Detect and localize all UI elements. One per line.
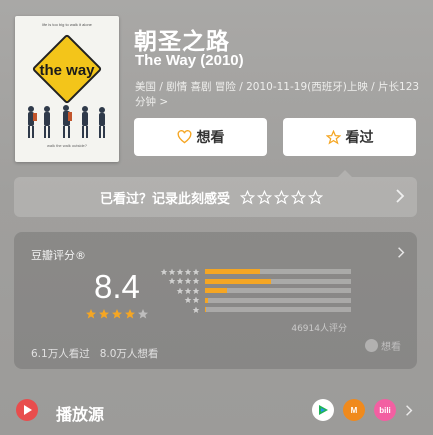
distribution-row (154, 305, 351, 315)
star-icon (184, 268, 192, 275)
poster-footer: walk the walk outside? (46, 143, 88, 148)
distribution-bar (205, 307, 207, 313)
want-count: 8.0万人想看 (99, 348, 159, 360)
distribution-bar (205, 288, 227, 294)
walkers-illustration (28, 105, 105, 138)
distribution-row (154, 296, 351, 306)
distribution-stars (154, 268, 200, 276)
playback-sources-row[interactable]: 播放源 M bili (14, 396, 419, 426)
star-icon (160, 268, 168, 275)
rate-stars[interactable] (240, 189, 324, 205)
star-icon (176, 268, 184, 275)
movie-title: 朝圣之路 (134, 29, 230, 55)
playback-label: 播放源 (56, 405, 105, 424)
star-icon (138, 309, 148, 319)
distribution-row (154, 267, 351, 277)
chevron-right-icon (398, 247, 405, 258)
distribution-bar (205, 297, 208, 303)
star-icon (176, 277, 184, 285)
distribution-track (205, 297, 351, 303)
bilibili-icon[interactable]: bili (374, 399, 396, 421)
star-icon (192, 277, 200, 285)
record-feeling-bar[interactable]: 已看过？记录此刻感受 (14, 177, 417, 217)
record-prompt: 已看过？记录此刻感受 (100, 191, 231, 207)
star-outline-icon (325, 129, 341, 145)
distribution-row (154, 286, 351, 296)
poster-sign-text: the way (39, 62, 95, 79)
want-to-watch-button[interactable]: 想看 (134, 118, 267, 156)
star-icon (192, 296, 200, 304)
distribution-row (154, 277, 351, 287)
record-bar-pointer (338, 170, 352, 177)
rating-stars (85, 308, 149, 320)
rating-score: 8.4 (94, 268, 140, 305)
distribution-track (205, 269, 351, 275)
distribution-track (205, 288, 351, 294)
watched-button[interactable]: 看过 (283, 118, 416, 156)
seen-count: 6.1万人看过 (31, 348, 90, 360)
distribution-stars (154, 296, 200, 304)
star-outline-icon[interactable] (257, 189, 273, 205)
platform-list: M bili (312, 399, 413, 421)
star-icon (168, 277, 176, 285)
think-icon (365, 339, 378, 352)
watch-stats: 6.1万人看过 8.0万人想看 (31, 346, 158, 361)
star-icon (192, 268, 200, 275)
star-outline-icon[interactable] (274, 189, 290, 205)
distribution-stars (154, 287, 200, 295)
star-icon (192, 306, 200, 313)
distribution-stars (154, 306, 200, 314)
poster-tagline: life is too big to walk it alone (42, 22, 92, 27)
want-label: 想看 (196, 130, 225, 146)
chevron-right-icon (396, 189, 405, 203)
star-outline-icon[interactable] (308, 189, 324, 205)
star-icon (184, 277, 192, 285)
star-icon (125, 309, 135, 319)
seen-label: 看过 (345, 130, 374, 146)
movie-original-title: The Way (2010) (135, 52, 244, 69)
rating-distribution (154, 267, 351, 315)
star-icon (99, 309, 109, 319)
star-icon (192, 287, 200, 294)
distribution-stars (154, 277, 200, 285)
rating-label: 豆瓣评分® (31, 249, 86, 262)
distribution-bar (205, 269, 261, 275)
douban-rating-card[interactable]: 豆瓣评分® 8.4 46914人评分 想看 6.1万人看过 8.0万人想看 (14, 232, 417, 369)
star-icon (86, 309, 96, 319)
distribution-track (205, 278, 351, 284)
tencent-video-icon[interactable] (312, 399, 334, 421)
mango-tv-icon[interactable]: M (343, 399, 365, 421)
star-outline-icon[interactable] (240, 189, 256, 205)
star-icon (168, 268, 176, 275)
think-link[interactable]: 想看 (365, 338, 401, 353)
movie-poster[interactable]: life is too big to walk it alone the way… (15, 16, 119, 162)
star-icon (184, 287, 192, 294)
star-outline-icon[interactable] (291, 189, 307, 205)
play-icon (16, 399, 38, 421)
think-label: 想看 (381, 342, 401, 353)
movie-meta-link[interactable]: 美国 / 剧情 喜剧 冒险 / 2010-11-19(西班牙)上映 / 片长12… (135, 80, 420, 110)
star-icon (184, 296, 192, 304)
rating-votes: 46914人评分 (291, 324, 347, 334)
chevron-right-icon (406, 404, 413, 416)
distribution-bar (205, 278, 271, 284)
heart-icon (177, 130, 191, 144)
star-icon (176, 287, 184, 294)
star-icon (112, 309, 122, 319)
distribution-track (205, 307, 351, 313)
